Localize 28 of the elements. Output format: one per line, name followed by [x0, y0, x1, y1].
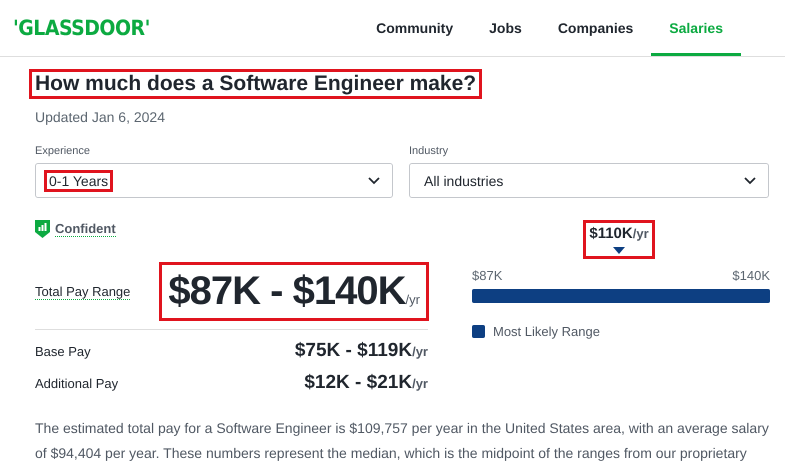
filter-label: Experience	[35, 145, 90, 157]
updated-date: Updated Jan 6, 2024	[35, 109, 166, 125]
nav-tab[interactable]: Jobs	[471, 0, 540, 56]
filter-dropdown[interactable]: All industries	[409, 163, 769, 198]
nav-tab[interactable]: Companies	[540, 0, 652, 56]
pay-label: Additional Pay	[35, 376, 118, 391]
chevron-down-icon	[744, 176, 756, 184]
total-pay-range: $87K - $140K/yr	[159, 262, 429, 321]
triangle-pointer-icon	[613, 247, 625, 254]
range-min: $87K	[472, 268, 502, 283]
dropdown-value: 0-1 Years	[44, 170, 114, 192]
total-pay-label[interactable]: Total Pay Range	[35, 284, 130, 300]
chevron-down-icon	[368, 176, 380, 184]
filter-dropdown[interactable]: 0-1 Years	[35, 163, 393, 198]
range-max: $140K	[732, 268, 770, 283]
pay-label: Base Pay	[35, 344, 91, 359]
dropdown-value: All industries	[423, 172, 504, 190]
pay-range: $75K - $119K/yr	[294, 340, 428, 362]
pay-range: $12K - $21K/yr	[304, 372, 428, 394]
median-value: $110K/yr	[589, 225, 649, 242]
filter-label: Industry	[409, 145, 448, 157]
salary-description: The estimated total pay for a Software Engineer is $109,757 per year in the United States area, with an average salary of $94,404 per year. These numbers represent the median, which is the midpoint of the ranges from our proprietary	[35, 419, 769, 463]
page-title: How much does a Software Engineer make?	[29, 69, 482, 99]
nav-tab[interactable]: Community	[358, 0, 472, 56]
confidence-label[interactable]: Confident	[55, 221, 116, 237]
legend-label: Most Likely Range	[493, 324, 600, 339]
confidence-badge-icon	[35, 220, 50, 238]
legend-swatch	[472, 325, 485, 338]
